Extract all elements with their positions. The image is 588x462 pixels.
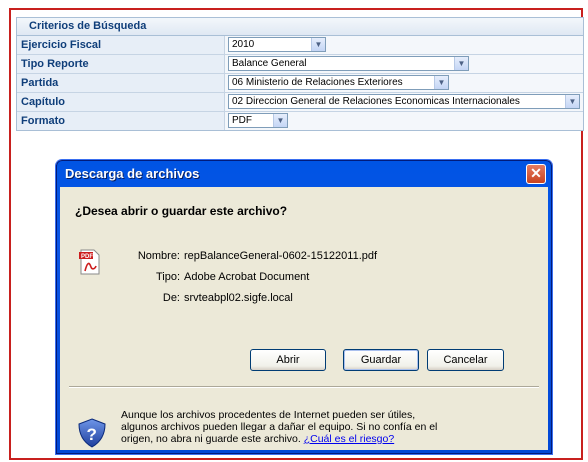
file-name-label: Nombre: [137,250,180,262]
report-type-label: Tipo Reporte [17,55,225,73]
partida-label: Partida [17,74,225,92]
dialog-body: ¿Desea abrir o guardar este archivo? PDF… [60,187,548,450]
chevron-down-icon[interactable]: ▼ [454,57,468,70]
cancel-button[interactable]: Cancelar [427,349,504,371]
chevron-down-icon[interactable]: ▼ [565,95,579,108]
file-download-dialog: Descarga de archivos ✕ ¿Desea abrir o gu… [56,160,552,454]
dialog-question: ¿Desea abrir o guardar este archivo? [75,204,288,218]
fiscal-year-select[interactable]: 2010 ▼ [228,37,326,52]
chevron-down-icon[interactable]: ▼ [311,38,325,51]
chapter-select[interactable]: 02 Direccion General de Relaciones Econo… [228,94,580,109]
close-icon[interactable]: ✕ [526,164,546,184]
risk-link[interactable]: ¿Cuál es el riesgo? [304,433,394,445]
dialog-title: Descarga de archivos [65,166,200,181]
security-shield-icon: ? [78,418,106,448]
chevron-down-icon[interactable]: ▼ [434,76,448,89]
dialog-divider [69,386,539,388]
report-type-select[interactable]: Balance General ▼ [228,56,469,71]
svg-text:?: ? [87,425,97,444]
search-criteria-panel: Criterios de Búsqueda Ejercicio Fiscal 2… [16,17,584,131]
criteria-row-chapter: Capítulo 02 Direccion General de Relacio… [17,93,583,112]
security-warning: Aunque los archivos procedentes de Inter… [121,409,441,445]
file-type-value: Adobe Acrobat Document [184,271,310,283]
chevron-down-icon[interactable]: ▼ [273,114,287,127]
file-source-label: De: [162,292,180,304]
save-button[interactable]: Guardar [343,349,419,371]
criteria-row-partida: Partida 06 Ministerio de Relaciones Exte… [17,74,583,93]
partida-select[interactable]: 06 Ministerio de Relaciones Exteriores ▼ [228,75,449,90]
chapter-label: Capítulo [17,93,225,111]
format-select[interactable]: PDF ▼ [228,113,288,128]
file-source-value: srvteabpl02.sigfe.local [184,292,293,304]
format-label: Formato [17,112,225,130]
open-button[interactable]: Abrir [250,349,326,371]
file-name-value: repBalanceGeneral-0602-15122011.pdf [184,250,378,262]
fiscal-year-label: Ejercicio Fiscal [17,36,225,54]
criteria-row-format: Formato PDF ▼ [17,112,583,130]
criteria-row-report-type: Tipo Reporte Balance General ▼ [17,55,583,74]
criteria-header: Criterios de Búsqueda [17,18,583,36]
criteria-row-fiscal-year: Ejercicio Fiscal 2010 ▼ [17,36,583,55]
file-type-label: Tipo: [155,271,180,283]
